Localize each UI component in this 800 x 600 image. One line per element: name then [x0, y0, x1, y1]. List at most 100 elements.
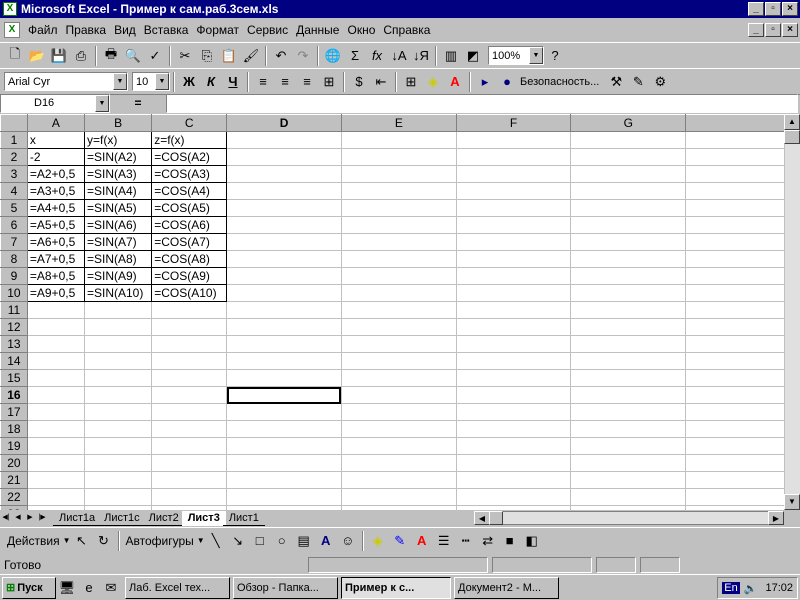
cell[interactable]	[455, 471, 572, 489]
chevron-down-icon[interactable]: ▼	[63, 536, 71, 545]
cell[interactable]	[570, 420, 687, 438]
cell[interactable]	[455, 267, 572, 285]
cell[interactable]	[226, 420, 342, 438]
cell[interactable]	[340, 403, 457, 421]
menu-insert[interactable]: Вставка	[140, 23, 193, 37]
align-right-icon[interactable]: ≡	[296, 71, 318, 93]
web-icon[interactable]: ⎙	[70, 45, 92, 67]
cell[interactable]	[570, 437, 687, 455]
cell[interactable]	[26, 488, 85, 506]
cell[interactable]	[685, 216, 800, 234]
hscroll-thumb[interactable]	[489, 511, 503, 525]
cell[interactable]	[455, 233, 572, 251]
cell[interactable]	[151, 471, 228, 489]
row-header[interactable]: 4	[0, 182, 28, 200]
cell[interactable]: =COS(A6)	[151, 216, 228, 234]
cell[interactable]	[455, 148, 572, 166]
cell[interactable]	[26, 301, 85, 319]
borders-icon[interactable]: ⊞	[400, 71, 422, 93]
row-header[interactable]: 20	[0, 454, 28, 472]
cell[interactable]	[151, 386, 228, 404]
cell[interactable]	[455, 284, 572, 302]
row-header[interactable]: 13	[0, 335, 28, 353]
row-header[interactable]: 5	[0, 199, 28, 217]
cell[interactable]	[455, 488, 572, 506]
menu-help[interactable]: Справка	[379, 23, 434, 37]
cell[interactable]	[26, 352, 85, 370]
cell[interactable]	[226, 250, 342, 268]
cell[interactable]	[26, 369, 85, 387]
cell[interactable]	[685, 148, 800, 166]
chevron-down-icon[interactable]: ▼	[95, 94, 109, 112]
textbox-icon[interactable]: ▤	[293, 530, 315, 552]
cell[interactable]: -2	[26, 148, 85, 166]
desktop-icon[interactable]: 🖥	[56, 577, 78, 599]
cell[interactable]	[455, 352, 572, 370]
cell[interactable]	[340, 352, 457, 370]
merge-center-icon[interactable]: ⊞	[318, 71, 340, 93]
restore-button[interactable]: ▫	[765, 2, 781, 16]
cell[interactable]	[340, 250, 457, 268]
row-header[interactable]: 16	[0, 386, 28, 404]
chevron-down-icon[interactable]: ▼	[529, 47, 543, 64]
chart-wizard-icon[interactable]: ▥	[440, 45, 462, 67]
cell[interactable]	[151, 318, 228, 336]
cell[interactable]	[340, 471, 457, 489]
row-header[interactable]: 2	[0, 148, 28, 166]
currency-icon[interactable]: $	[348, 71, 370, 93]
column-header[interactable]: D	[226, 114, 342, 132]
cell[interactable]	[151, 437, 228, 455]
cell[interactable]	[570, 403, 687, 421]
row-header[interactable]: 6	[0, 216, 28, 234]
select-objects-icon[interactable]: ↖	[71, 530, 93, 552]
doc-restore-button[interactable]: ▫	[765, 23, 781, 37]
redo-icon[interactable]: ↷	[292, 45, 314, 67]
cell[interactable]	[83, 471, 153, 489]
cell[interactable]	[151, 369, 228, 387]
row-header[interactable]: 7	[0, 233, 28, 251]
cell[interactable]	[685, 335, 800, 353]
cell[interactable]	[685, 488, 800, 506]
cell[interactable]	[340, 437, 457, 455]
doc-close-button[interactable]: ×	[782, 23, 798, 37]
cell[interactable]	[340, 165, 457, 183]
task-excel-active[interactable]: Пример к с...	[341, 576, 451, 599]
cell[interactable]	[26, 318, 85, 336]
paste-icon[interactable]: 📋	[218, 45, 240, 67]
cell[interactable]: =COS(A10)	[151, 284, 228, 302]
cell[interactable]	[340, 284, 457, 302]
cell[interactable]	[570, 216, 687, 234]
row-header[interactable]: 21	[0, 471, 28, 489]
font-color-icon[interactable]: A	[444, 71, 466, 93]
cell[interactable]: =COS(A5)	[151, 199, 228, 217]
cell[interactable]	[340, 182, 457, 200]
cell[interactable]: =SIN(A5)	[83, 199, 153, 217]
cell[interactable]: =COS(A2)	[151, 148, 228, 166]
cell[interactable]	[570, 233, 687, 251]
column-header[interactable]: G	[570, 114, 687, 132]
cell[interactable]	[151, 420, 228, 438]
cell[interactable]	[226, 148, 342, 166]
cell[interactable]	[226, 284, 342, 302]
cell[interactable]	[226, 301, 342, 319]
row-header[interactable]: 8	[0, 250, 28, 268]
cell[interactable]	[26, 335, 85, 353]
cell[interactable]	[685, 437, 800, 455]
cell[interactable]	[83, 488, 153, 506]
indent-icon[interactable]: ⇤	[370, 71, 392, 93]
menu-view[interactable]: Вид	[110, 23, 140, 37]
volume-icon[interactable]: 🔊	[744, 582, 758, 595]
outlook-icon[interactable]: ✉	[100, 577, 122, 599]
cell[interactable]	[340, 233, 457, 251]
close-button[interactable]: ×	[782, 2, 798, 16]
design-mode-icon[interactable]: ⚙	[649, 71, 671, 93]
cell[interactable]: =COS(A8)	[151, 250, 228, 268]
wordart-icon[interactable]: A	[315, 530, 337, 552]
autoshapes-menu[interactable]: Автофигуры	[123, 534, 197, 548]
cell[interactable]	[226, 199, 342, 217]
cell[interactable]: =A4+0,5	[26, 199, 85, 217]
cell[interactable]: =SIN(A2)	[83, 148, 153, 166]
cell[interactable]	[226, 369, 342, 387]
row-header[interactable]: 14	[0, 352, 28, 370]
name-box[interactable]: D16 ▼	[0, 93, 110, 113]
